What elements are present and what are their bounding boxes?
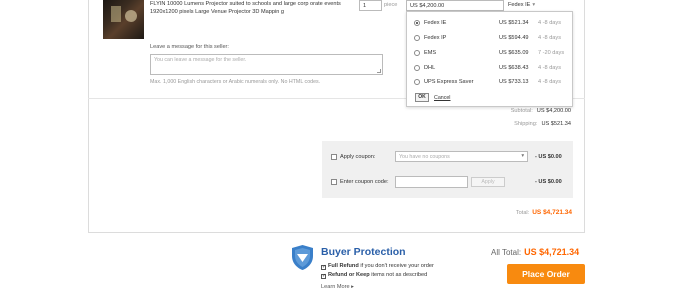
all-total-value: US $4,721.34 — [524, 247, 580, 257]
shipping-option-days: 4 -8 days — [538, 65, 562, 71]
apply-coupon-checkbox[interactable] — [331, 154, 337, 160]
total-row: Total: US $4,721.34 — [516, 209, 572, 216]
subtotal-row: Subtotal: US $4,200.00 — [511, 108, 571, 114]
shipping-option-days: 4 -8 days — [538, 20, 562, 26]
checkbox-icon: ✓ — [321, 264, 327, 270]
learn-more-link[interactable]: Learn More ▸ — [321, 284, 354, 290]
apply-coupon-label: Apply coupon: — [340, 154, 376, 160]
arrow-right-icon: ▸ — [351, 284, 354, 290]
shipping-label: Shipping: — [514, 121, 538, 127]
radio-icon[interactable] — [414, 35, 420, 41]
shipping-option[interactable]: DHL US $638.43 4 -8 days — [407, 62, 572, 74]
shield-icon — [292, 245, 313, 270]
shipping-option-days: 4 -8 days — [538, 35, 562, 41]
shipping-option-name: EMS — [424, 50, 437, 56]
chevron-down-icon: ▾ — [532, 2, 536, 8]
place-order-button[interactable]: Place Order — [507, 264, 585, 284]
shipping-option-price: US $733.13 — [499, 79, 529, 85]
learn-more-label: Learn More — [321, 284, 350, 290]
shipping-row: Shipping: US $521.34 — [514, 121, 571, 127]
apply-button[interactable]: Apply — [471, 177, 505, 187]
shipping-option-price: US $594.49 — [499, 35, 529, 41]
shipping-method-label: Fedex IE — [508, 2, 531, 8]
shipping-option-price: US $635.09 — [499, 50, 529, 56]
total-value: US $4,721.34 — [532, 209, 572, 216]
checkbox-icon: ✓ — [321, 273, 327, 279]
shipping-option[interactable]: Fedex IE US $521.34 4 -8 days — [407, 17, 572, 29]
shipping-ok-button[interactable]: OK — [415, 93, 429, 102]
message-placeholder: You can leave a message for the seller. — [154, 57, 247, 63]
subtotal-label: Subtotal: — [510, 108, 533, 114]
shipping-option-days: 4 -8 days — [538, 79, 562, 85]
shipping-option-name: DHL — [424, 65, 436, 71]
product-image[interactable] — [103, 0, 144, 39]
radio-icon[interactable] — [414, 50, 420, 56]
shipping-option-name: Fedex IP — [424, 35, 447, 41]
message-hint: Max. 1,000 English characters or Arabic … — [150, 79, 321, 85]
product-title[interactable]: FLYIN 10000 Lumens Projector suited to s… — [150, 0, 360, 16]
all-total: All Total: US $4,721.34 — [491, 247, 579, 257]
subtotal-value: US $4,200.00 — [536, 108, 571, 114]
shipping-option[interactable]: Fedex IP US $594.49 4 -8 days — [407, 32, 572, 44]
shipping-option-days: 7 -20 days — [538, 50, 565, 56]
shipping-dropdown: Fedex IE US $521.34 4 -8 days Fedex IP U… — [406, 11, 573, 107]
coupon-code-label: Enter coupon code: — [340, 179, 389, 185]
refund-keep-text: items not as described — [371, 272, 428, 278]
shipping-value: US $521.34 — [541, 121, 571, 127]
message-textarea[interactable]: You can leave a message for the seller. — [150, 54, 383, 75]
chevron-down-icon: ▾ — [521, 153, 524, 159]
shipping-option[interactable]: UPS Express Saver US $733.13 4 -8 days — [407, 76, 572, 88]
radio-icon[interactable] — [414, 20, 420, 26]
protection-refund-keep: ✓ Refund or Keep items not as described — [321, 272, 428, 279]
shipping-cost-field: US $4,200.00 — [406, 0, 504, 11]
shipping-option-name: UPS Express Saver — [424, 79, 474, 85]
coupon-select[interactable]: You have no coupons ▾ — [395, 151, 528, 162]
total-label: Total: — [515, 210, 530, 216]
quantity-input[interactable]: 1 — [359, 0, 382, 11]
quantity-unit: piece — [384, 2, 398, 8]
message-label: Leave a message for this seller: — [150, 44, 229, 50]
coupon-code-checkbox[interactable] — [331, 179, 337, 185]
coupon-discount: - US $0.00 — [535, 154, 562, 160]
full-refund-text: if you don't receive your order — [360, 263, 434, 269]
protection-full-refund: ✓ Full Refund if you don't receive your o… — [321, 263, 434, 270]
radio-icon[interactable] — [414, 79, 420, 85]
shipping-option-price: US $638.43 — [499, 65, 529, 71]
shipping-option-name: Fedex IE — [424, 20, 447, 26]
coupon-code-input[interactable] — [395, 176, 468, 188]
resize-handle-icon[interactable] — [377, 69, 381, 73]
coupon-code-discount: - US $0.00 — [535, 179, 562, 185]
coupon-panel — [322, 141, 573, 198]
shipping-option[interactable]: EMS US $635.09 7 -20 days — [407, 47, 572, 59]
shipping-method-select[interactable]: Fedex IE ▾ — [508, 2, 535, 8]
buyer-protection-title: Buyer Protection — [321, 246, 406, 258]
shipping-cancel-link[interactable]: Cancel — [434, 95, 451, 101]
all-total-label: All Total: — [491, 248, 522, 257]
radio-icon[interactable] — [414, 65, 420, 71]
full-refund-bold: Full Refund — [328, 263, 359, 269]
coupon-select-value: You have no coupons — [399, 154, 450, 160]
shipping-option-price: US $521.34 — [499, 20, 529, 26]
refund-keep-bold: Refund or Keep — [328, 272, 370, 278]
